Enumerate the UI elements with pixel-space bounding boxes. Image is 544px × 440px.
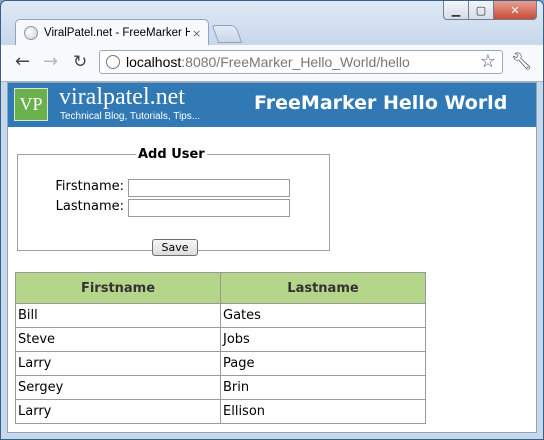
cell-lastname: Brin <box>220 375 426 400</box>
cell-firstname: Steve <box>15 327 221 352</box>
new-tab-button[interactable] <box>211 25 243 43</box>
table-row: Larry Page <box>15 351 426 376</box>
page-viewport: VP viralpatel.net Technical Blog, Tutori… <box>7 82 537 433</box>
lastname-input[interactable] <box>128 199 290 217</box>
browser-tab[interactable]: ViralPatel.net - FreeMarker H × <box>15 19 209 46</box>
table-row: Bill Gates <box>15 303 426 328</box>
add-user-form: Add User Firstname: Lastname: Save <box>17 147 330 256</box>
table-row: Sergey Brin <box>15 375 426 400</box>
back-arrow-icon[interactable]: ← <box>15 53 30 71</box>
cell-firstname: Sergey <box>15 375 221 400</box>
users-table: Firstname Lastname Bill Gates Steve Jobs… <box>15 272 426 424</box>
tab-close-icon[interactable]: × <box>192 27 201 40</box>
cell-lastname: Gates <box>220 303 426 328</box>
table-header-row: Firstname Lastname <box>15 272 426 304</box>
tab-title: ViralPatel.net - FreeMarker H <box>44 27 190 39</box>
cell-lastname: Ellison <box>220 399 426 424</box>
reload-icon[interactable]: ↻ <box>73 53 87 71</box>
page-icon <box>106 55 120 69</box>
firstname-label: Firstname: <box>55 179 124 194</box>
firstname-input[interactable] <box>128 179 290 197</box>
address-bar[interactable]: localhost:8080/FreeMarker_Hello_World/he… <box>99 50 503 74</box>
cell-firstname: Bill <box>15 303 221 328</box>
cell-lastname: Jobs <box>220 327 426 352</box>
page-title: FreeMarker Hello World <box>254 92 508 114</box>
wrench-icon[interactable]: 🔧︎ <box>511 52 533 72</box>
table-row: Steve Jobs <box>15 327 426 352</box>
site-tagline: Technical Blog, Tutorials, Tips... <box>60 111 201 122</box>
site-name[interactable]: viralpatel.net <box>59 84 185 111</box>
minimize-button[interactable]: ▁ <box>443 1 469 20</box>
url-text[interactable]: localhost:8080/FreeMarker_Hello_World/he… <box>126 54 410 70</box>
close-window-button[interactable]: ✕ <box>494 1 537 20</box>
form-legend: Add User <box>138 147 205 162</box>
save-button[interactable]: Save <box>152 239 198 256</box>
window-controls: ▁ ▢ ✕ <box>443 1 537 20</box>
maximize-button[interactable]: ▢ <box>469 1 494 20</box>
lastname-label: Lastname: <box>55 199 124 214</box>
cell-firstname: Larry <box>15 351 221 376</box>
url-path: :8080/FreeMarker_Hello_World/hello <box>181 54 410 70</box>
site-banner: VP viralpatel.net Technical Blog, Tutori… <box>8 83 536 127</box>
site-logo[interactable]: VP <box>14 88 48 121</box>
globe-icon <box>24 26 38 40</box>
cell-firstname: Larry <box>15 399 221 424</box>
column-header-lastname: Lastname <box>220 272 426 304</box>
forward-arrow-icon[interactable]: → <box>43 53 58 71</box>
bookmark-star-icon[interactable]: ☆ <box>480 51 496 72</box>
column-header-firstname: Firstname <box>15 272 221 304</box>
table-row: Larry Ellison <box>15 399 426 424</box>
cell-lastname: Page <box>220 351 426 376</box>
browser-toolbar: ← → ↻ localhost:8080/FreeMarker_Hello_Wo… <box>1 45 543 82</box>
browser-window: ▁ ▢ ✕ ViralPatel.net - FreeMarker H × ← … <box>0 0 544 440</box>
url-host: localhost <box>126 54 182 70</box>
